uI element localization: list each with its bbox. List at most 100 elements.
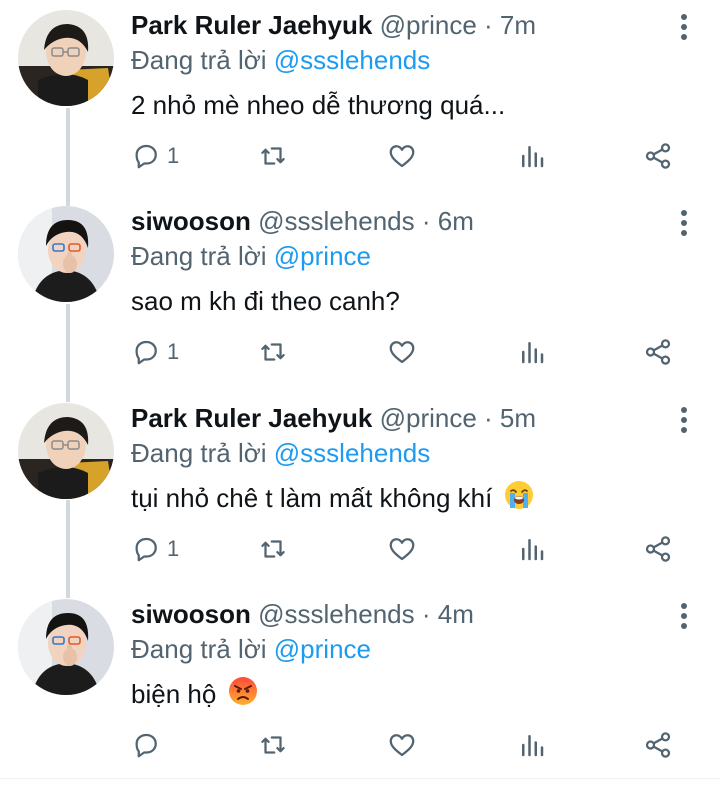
more-options-icon[interactable] — [678, 406, 690, 434]
timestamp[interactable]: 4m — [438, 599, 474, 629]
reply-count: 1 — [167, 339, 180, 364]
replying-to: Đang trả lời @ssslehends — [131, 43, 430, 77]
like-button[interactable] — [386, 136, 418, 176]
retweet-button[interactable] — [257, 725, 289, 765]
tweet-header: siwooson @ssslehends · 4m — [131, 596, 474, 632]
replying-prefix: Đang trả lời — [131, 45, 274, 75]
share-icon — [645, 732, 671, 758]
tweet-text: biện hộ — [131, 674, 258, 714]
like-button[interactable] — [386, 332, 418, 372]
views-button[interactable] — [517, 136, 547, 176]
loudly-crying-face-icon — [504, 480, 534, 521]
retweet-button[interactable] — [257, 529, 289, 569]
like-icon — [389, 538, 415, 561]
display-name[interactable]: siwooson — [131, 206, 251, 236]
reply-button[interactable]: 1 — [131, 136, 179, 176]
replying-prefix: Đang trả lời — [131, 634, 274, 664]
views-icon — [522, 146, 544, 168]
user-handle[interactable]: @prince — [380, 403, 477, 433]
angry-face-icon — [228, 676, 258, 717]
user-handle[interactable]: @ssslehends — [258, 599, 414, 629]
bottom-divider — [0, 778, 720, 779]
mention-link[interactable]: @ssslehends — [274, 45, 430, 75]
views-icon — [522, 735, 544, 757]
share-button[interactable] — [643, 725, 673, 765]
reply-count: 1 — [167, 536, 180, 561]
replying-prefix: Đang trả lời — [131, 438, 274, 468]
views-button[interactable] — [517, 725, 547, 765]
user-handle[interactable]: @ssslehends — [258, 206, 414, 236]
like-button[interactable] — [386, 529, 418, 569]
reply-icon — [135, 340, 157, 365]
timestamp[interactable]: 5m — [500, 403, 536, 433]
tweet-text-content: biện hộ — [131, 679, 217, 709]
retweet-button[interactable] — [257, 332, 289, 372]
retweet-button[interactable] — [257, 136, 289, 176]
separator-dot: · — [476, 10, 500, 40]
tweet-header: Park Ruler Jaehyuk @prince · 7m — [131, 7, 536, 43]
reply-button[interactable]: 1 — [131, 332, 179, 372]
avatar[interactable] — [18, 10, 114, 106]
share-icon — [645, 143, 671, 169]
reply-icon — [135, 733, 157, 758]
avatar[interactable] — [18, 599, 114, 695]
tweet[interactable]: siwooson @ssslehends · 6m Đang trả lời @… — [0, 196, 720, 392]
tweet-header: siwooson @ssslehends · 6m — [131, 203, 474, 239]
tweet[interactable]: Park Ruler Jaehyuk @prince · 7m Đang trả… — [0, 0, 720, 196]
tweet[interactable]: siwooson @ssslehends · 4m Đang trả lời @… — [0, 589, 720, 785]
reply-button[interactable] — [131, 725, 167, 765]
more-options-icon[interactable] — [678, 13, 690, 41]
tweet[interactable]: Park Ruler Jaehyuk @prince · 5m Đang trả… — [0, 393, 720, 589]
mention-link[interactable]: @prince — [274, 634, 371, 664]
user-handle[interactable]: @prince — [380, 10, 477, 40]
tweet-text: tụi nhỏ chê t làm mất không khí — [131, 478, 534, 518]
separator-dot: · — [414, 599, 438, 629]
retweet-icon — [261, 147, 285, 165]
replying-to: Đang trả lời @ssslehends — [131, 436, 430, 470]
like-icon — [389, 145, 415, 168]
reply-button[interactable]: 1 — [131, 529, 179, 569]
share-button[interactable] — [643, 136, 673, 176]
display-name[interactable]: siwooson — [131, 599, 251, 629]
action-bar: 1 — [131, 332, 691, 372]
replying-prefix: Đang trả lời — [131, 241, 274, 271]
tweet-text-content: tụi nhỏ chê t làm mất không khí — [131, 483, 493, 513]
display-name[interactable]: Park Ruler Jaehyuk — [131, 10, 372, 40]
reply-icon — [135, 537, 157, 562]
reply-count: 1 — [167, 143, 180, 168]
retweet-icon — [261, 736, 285, 754]
avatar[interactable] — [18, 206, 114, 302]
mention-link[interactable]: @prince — [274, 241, 371, 271]
retweet-icon — [261, 343, 285, 361]
timestamp[interactable]: 6m — [438, 206, 474, 236]
views-icon — [522, 342, 544, 364]
share-button[interactable] — [643, 529, 673, 569]
action-bar — [131, 725, 691, 765]
action-bar: 1 — [131, 136, 691, 176]
separator-dot: · — [476, 403, 500, 433]
like-icon — [389, 734, 415, 757]
avatar[interactable] — [18, 403, 114, 499]
share-icon — [645, 536, 671, 562]
more-options-icon[interactable] — [678, 209, 690, 237]
replying-to: Đang trả lời @prince — [131, 239, 371, 273]
retweet-icon — [261, 540, 285, 558]
tweet-text-content: 2 nhỏ mè nheo dễ thương quá... — [131, 90, 506, 120]
share-button[interactable] — [643, 332, 673, 372]
views-button[interactable] — [517, 529, 547, 569]
replying-to: Đang trả lời @prince — [131, 632, 371, 666]
share-icon — [645, 339, 671, 365]
display-name[interactable]: Park Ruler Jaehyuk — [131, 403, 372, 433]
reply-icon — [135, 144, 157, 169]
tweet-text: 2 nhỏ mè nheo dễ thương quá... — [131, 85, 505, 125]
more-options-icon[interactable] — [678, 602, 690, 630]
views-button[interactable] — [517, 332, 547, 372]
mention-link[interactable]: @ssslehends — [274, 438, 430, 468]
separator-dot: · — [414, 206, 438, 236]
like-button[interactable] — [386, 725, 418, 765]
action-bar: 1 — [131, 529, 691, 569]
tweet-header: Park Ruler Jaehyuk @prince · 5m — [131, 400, 536, 436]
tweet-text-content: sao m kh đi theo canh? — [131, 286, 400, 316]
views-icon — [522, 539, 544, 561]
timestamp[interactable]: 7m — [500, 10, 536, 40]
